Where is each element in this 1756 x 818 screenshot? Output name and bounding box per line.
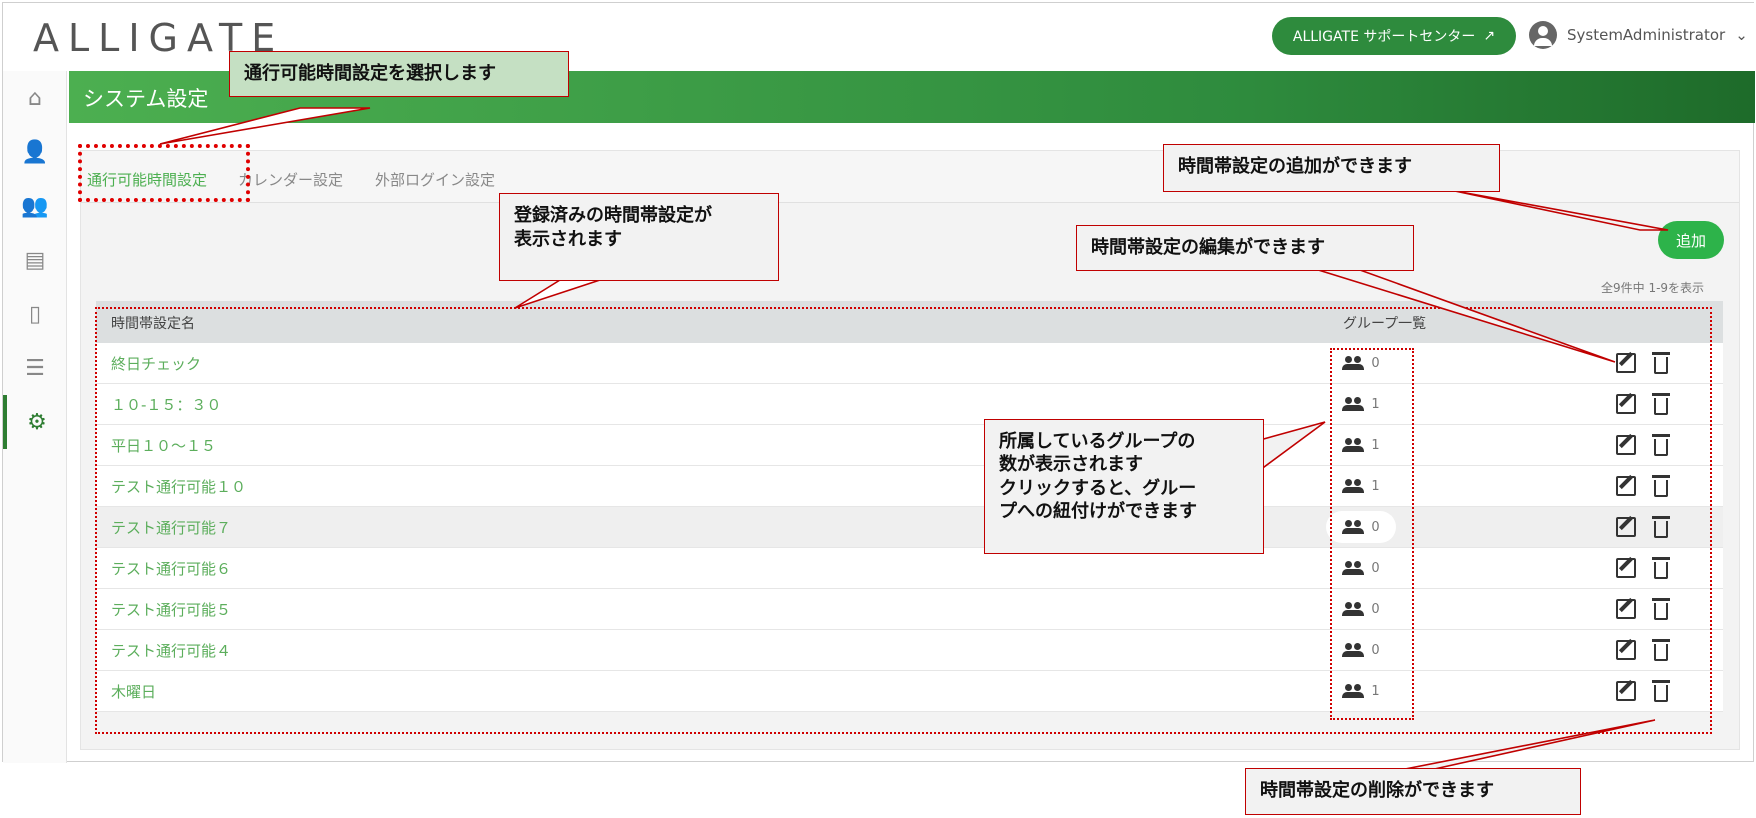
- annotation-delete-text: 時間帯設定の削除ができます: [1260, 780, 1494, 801]
- user-menu[interactable]: SystemAdministrator ⌄: [1529, 21, 1748, 49]
- user-name: SystemAdministrator: [1567, 26, 1726, 44]
- gear-icon[interactable]: ⚙: [3, 395, 67, 449]
- annotation-groups-line-1: 所属しているグループの: [999, 431, 1196, 452]
- annotation-select-tab: 通行可能時間設定を選択します: [229, 51, 569, 98]
- person-icon[interactable]: 👤: [3, 125, 67, 179]
- annotation-registered-line-2: 表示されます: [514, 229, 622, 251]
- id-card-icon[interactable]: ▤: [3, 233, 67, 287]
- add-button[interactable]: 追加: [1658, 221, 1724, 259]
- support-center-button[interactable]: ALLIGATE サポートセンター ↗: [1272, 17, 1516, 55]
- external-link-icon: ↗: [1483, 28, 1496, 44]
- avatar: [1529, 21, 1557, 49]
- table-highlight-box: [95, 307, 1712, 734]
- annotation-registered-line-1: 登録済みの時間帯設定が: [514, 205, 712, 226]
- annotation-registered: 登録済みの時間帯設定が 表示されます: [499, 193, 779, 281]
- chevron-down-icon: ⌄: [1735, 26, 1748, 44]
- door-icon[interactable]: ▯: [3, 287, 67, 341]
- annotation-delete: 時間帯設定の削除ができます: [1245, 768, 1581, 815]
- sidebar: ⌂ 👤 👥 ▤ ▯ ☰ ⚙: [3, 71, 67, 763]
- page-title: システム設定: [83, 87, 209, 111]
- tab-external-login[interactable]: 外部ログイン設定: [375, 169, 495, 190]
- record-count: 全9件中 1-9を表示: [1601, 281, 1705, 295]
- annotation-edit: 時間帯設定の編集ができます: [1076, 225, 1414, 271]
- annotation-groups: 所属しているグループの 数が表示されます クリックすると、グルー プへの紐付けが…: [984, 419, 1264, 554]
- annotation-add: 時間帯設定の追加ができます: [1163, 144, 1500, 192]
- annotation-groups-line-2: 数が表示されます: [999, 454, 1143, 476]
- home-icon[interactable]: ⌂: [3, 71, 67, 125]
- group-column-highlight-box: [1330, 348, 1414, 720]
- tab-calendar[interactable]: カレンダー設定: [238, 169, 343, 190]
- tab-highlight-box: [78, 144, 250, 202]
- people-icon[interactable]: 👥: [3, 179, 67, 233]
- list-icon[interactable]: ☰: [3, 341, 67, 395]
- annotation-add-text: 時間帯設定の追加ができます: [1178, 156, 1412, 177]
- annotation-edit-text: 時間帯設定の編集ができます: [1091, 237, 1325, 258]
- annotation-select-tab-text: 通行可能時間設定を選択します: [244, 63, 496, 84]
- annotation-groups-line-3: クリックすると、グルー: [999, 477, 1197, 499]
- support-center-label: ALLIGATE サポートセンター: [1292, 29, 1476, 45]
- annotation-groups-line-4: プへの紐付けができます: [999, 501, 1197, 523]
